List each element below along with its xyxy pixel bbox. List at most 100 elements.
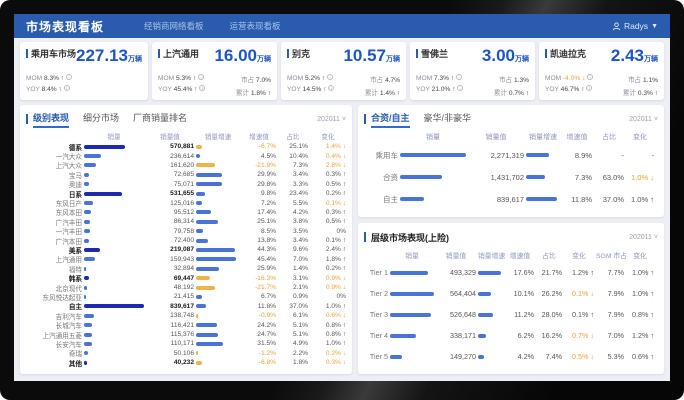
share-value: 3.1% xyxy=(278,275,308,282)
brand-sales-table: 销量销量值销量增速增速值占比变化德系570,881-6.7%25.1%1.4% … xyxy=(26,130,346,367)
growth-value: -21.9% xyxy=(242,162,276,169)
share-value: 7.0% xyxy=(278,256,308,263)
sales-bar xyxy=(84,210,91,214)
date-selector[interactable]: 202011 ˅ xyxy=(629,234,658,241)
row-name: Tier 5 xyxy=(364,352,388,361)
tab-1[interactable]: 豪华/非豪华 xyxy=(424,111,472,128)
change-value: 1.4% ↓ xyxy=(310,143,346,150)
down-arrow-icon: ↓ xyxy=(341,275,346,282)
sales-value: 21,415 xyxy=(146,293,194,300)
sales-bar-cell xyxy=(84,276,144,280)
kpi-label: 雪佛兰 xyxy=(421,47,448,60)
growth-bar xyxy=(478,313,493,317)
nav-item-1[interactable]: 运营表现看板 xyxy=(230,20,281,32)
sales-bar-cell xyxy=(84,248,144,252)
change-value: 0.5% ↑ xyxy=(310,181,346,188)
table-row: 宝马72,68529.9%3.4%0.3% ↑ xyxy=(26,170,346,179)
kpi-metric: 累计 1.8% ↑ xyxy=(236,87,271,97)
growth-bar xyxy=(196,323,217,327)
up-arrow-icon: ↑ xyxy=(266,90,271,97)
tab-0[interactable]: 级别表现 xyxy=(33,111,69,128)
tab-0[interactable]: 合资/自主 xyxy=(371,111,410,128)
growth-bar xyxy=(196,276,210,280)
table-row: 日系531,6559.8%23.4%0.2% ↑ xyxy=(26,189,346,198)
growth-bar xyxy=(196,267,219,271)
sales-value: 236,614 xyxy=(146,153,194,160)
tab-1[interactable]: 细分市场 xyxy=(83,111,119,128)
share-value: 4.9% xyxy=(278,340,308,347)
metric-label: MOM xyxy=(158,75,176,82)
sales-bar-cell xyxy=(84,220,144,224)
metric-label: MOM xyxy=(287,75,305,82)
table-row: 长安汽车110,17131.5%4.9%1.0% ↑ xyxy=(26,339,346,348)
sales-bar-cell xyxy=(390,355,434,359)
share-value: 3.4% xyxy=(278,237,308,244)
accent-tick xyxy=(158,49,160,58)
kpi-metric: MOM 8.3% ↑ i xyxy=(26,74,72,82)
sales-bar xyxy=(390,292,434,296)
up-arrow-icon: ↑ xyxy=(588,268,594,277)
kpi-name: 上汽通用 xyxy=(158,47,199,60)
growth-bar xyxy=(526,153,549,157)
row-name: 合资 xyxy=(364,172,398,183)
sales-bar xyxy=(84,163,96,167)
growth-bar-cell xyxy=(196,286,240,290)
sales-value: 79,758 xyxy=(146,228,194,235)
growth-bar-cell xyxy=(196,342,240,346)
metric-label: 累计 xyxy=(236,90,251,97)
nav-item-0[interactable]: 经销商网络看板 xyxy=(144,20,204,32)
column-header: 销量增速 xyxy=(526,132,560,142)
up-arrow-icon: ↑ xyxy=(341,340,346,347)
growth-bar xyxy=(478,334,486,338)
up-arrow-icon: ↑ xyxy=(341,265,346,272)
kpi-name: 凯迪拉克 xyxy=(545,47,586,60)
metric-value: 0.3% xyxy=(638,90,653,97)
table-row: Tier 4338,1716.2%16.2%0.7% ↓7.0%1.2% ↑ xyxy=(364,325,658,346)
metric-value: 7.3% xyxy=(434,75,449,82)
kpi-unit: 万辆 xyxy=(386,56,400,63)
down-arrow-icon: ↓ xyxy=(341,153,346,160)
growth-bar xyxy=(196,361,202,365)
kpi-label: 凯迪拉克 xyxy=(550,47,586,60)
growth-bar xyxy=(478,271,501,275)
kpi-unit: 万辆 xyxy=(515,56,529,63)
change-value: 0.1% ↓ xyxy=(310,200,346,207)
share-value: 3.4% xyxy=(278,171,308,178)
sales-value: 95,512 xyxy=(146,209,194,216)
table-row: 自主839,61711.8%37.0%1.0% ↑ xyxy=(364,188,658,210)
kpi-metrics-left: MOM 5.3% ↑ iYOY 45.4% ↑ i xyxy=(158,74,205,97)
change-value: 0.3% ↑ xyxy=(310,171,346,178)
sales-value: 149,270 xyxy=(436,352,476,361)
sales-value: 526,648 xyxy=(436,310,476,319)
growth-bar-cell xyxy=(196,351,240,355)
table-row: 广汽丰田86,31425.1%3.8%0.5% ↑ xyxy=(26,217,346,226)
change-value: 0% xyxy=(310,293,346,300)
table-row: 合资1,431,7027.3%63.0%1.0% ↓ xyxy=(364,166,658,188)
share-value: 3.8% xyxy=(278,218,308,225)
row-name: 自主 xyxy=(364,194,398,205)
sales-value: 839,617 xyxy=(146,303,194,310)
column-header: 变化 xyxy=(564,250,594,260)
metric-value: 46.7% xyxy=(561,86,580,93)
column-header: 变化 xyxy=(310,131,346,141)
kpi-metrics-right: 市占 1.1%累计 0.3% ↑ xyxy=(623,74,658,97)
sales-bar-cell xyxy=(84,163,144,167)
metric-value: 45.4% xyxy=(174,86,193,93)
growth-value: -21.7% xyxy=(242,284,276,291)
growth-value: 8.9% xyxy=(562,151,592,160)
sales-value: 69,447 xyxy=(146,275,194,282)
tab-2[interactable]: 厂商销量排名 xyxy=(133,111,187,128)
user-menu[interactable]: Radys ▼ xyxy=(612,21,658,31)
sales-bar xyxy=(84,173,89,177)
info-icon: i xyxy=(66,74,72,80)
down-arrow-icon: ↓ xyxy=(648,173,654,182)
metric-value: 14.5% xyxy=(303,86,322,93)
growth-bar-cell xyxy=(526,197,560,201)
kpi-card-2: 别克10.57万辆MOM 5.2% ↑ iYOY 14.5% ↑ i市占 4.7… xyxy=(281,42,406,100)
change-value: 0.2% ↑ xyxy=(310,190,346,197)
sales-bar-cell xyxy=(84,173,144,177)
table-row: 美系219,08744.3%9.6%2.4% ↑ xyxy=(26,245,346,254)
date-selector[interactable]: 202011 ˅ xyxy=(629,116,658,123)
date-selector[interactable]: 202011 ˅ xyxy=(317,116,346,123)
sales-bar xyxy=(84,201,93,205)
